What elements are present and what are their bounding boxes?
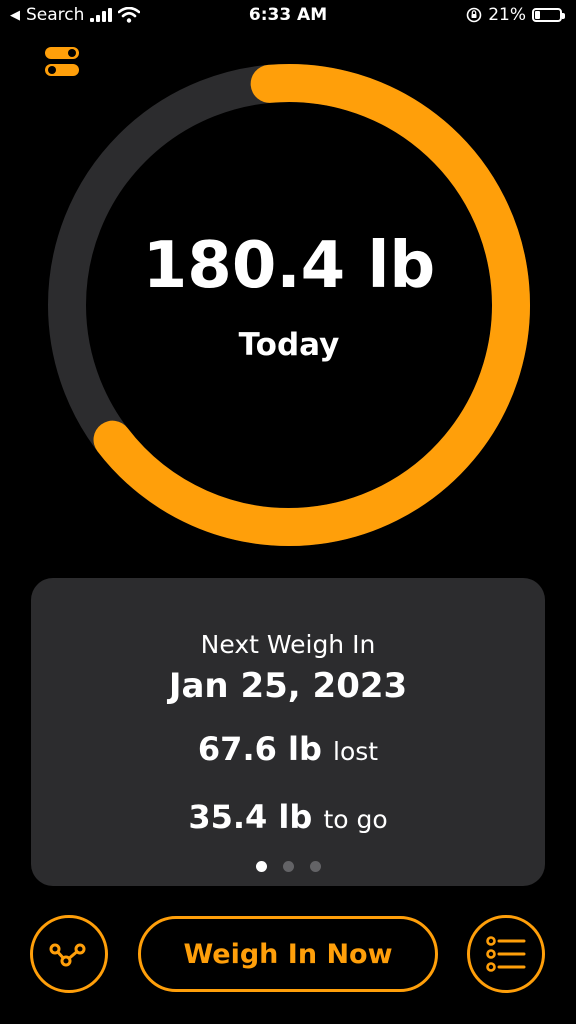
page-dot[interactable] — [255, 861, 267, 872]
battery-level — [535, 11, 540, 19]
ring-center: 180.4 lb Today — [46, 62, 532, 548]
battery-icon — [532, 8, 565, 22]
weight-lost-value: 67.6 lb — [197, 730, 322, 768]
page-indicator[interactable] — [31, 861, 545, 872]
chart-icon — [49, 943, 86, 967]
weight-to-go-value: 35.4 lb — [188, 798, 313, 836]
progress-ring: 180.4 lb Today — [46, 62, 532, 548]
status-bar: ◀ Search 6:33 AM 21% — [0, 0, 576, 34]
orientation-lock-icon — [466, 7, 482, 23]
current-weight-caption: Today — [238, 327, 340, 363]
next-weigh-in-date: Jan 25, 2023 — [168, 666, 408, 706]
weight-lost-word: lost — [333, 737, 379, 766]
summary-card[interactable]: Next Weigh In Jan 25, 2023 67.6 lb lost … — [31, 578, 545, 886]
battery-percent: 21% — [488, 5, 526, 25]
next-weigh-in-label: Next Weigh In — [200, 630, 376, 659]
list-button[interactable] — [467, 915, 545, 993]
weight-lost-stat: 67.6 lb lost — [31, 730, 545, 768]
weigh-in-now-button[interactable]: Weigh In Now — [138, 916, 438, 992]
list-icon — [486, 936, 526, 972]
weight-to-go-stat: 35.4 lb to go — [31, 798, 545, 836]
page-dot[interactable] — [282, 861, 294, 872]
current-weight: 180.4 lb — [142, 229, 436, 303]
page-dot[interactable] — [309, 861, 321, 872]
chart-button[interactable] — [30, 915, 108, 993]
weight-to-go-word: to go — [323, 805, 388, 834]
status-right: 21% — [466, 5, 565, 25]
